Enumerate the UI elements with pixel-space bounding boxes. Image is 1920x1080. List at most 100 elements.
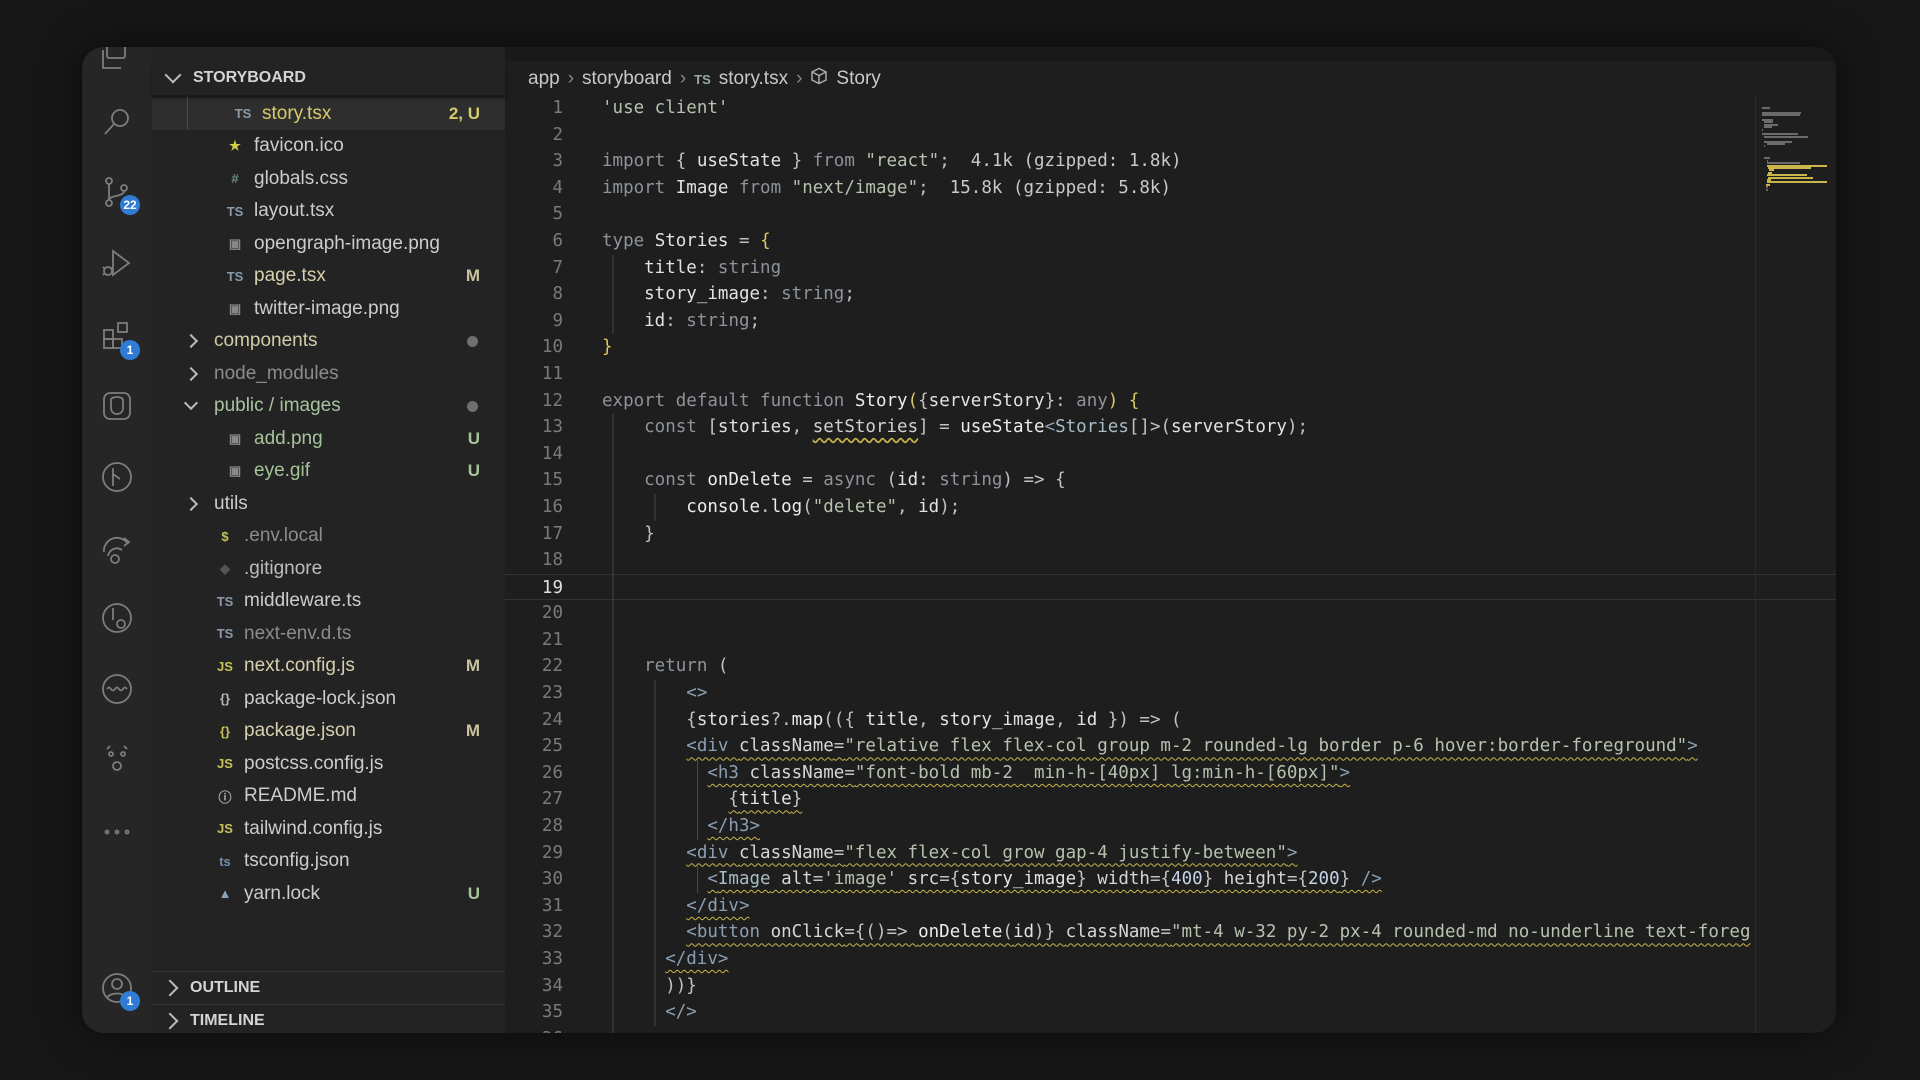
- code-line[interactable]: 17 }: [505, 520, 1836, 548]
- code-line[interactable]: 2: [505, 122, 1836, 149]
- file-item[interactable]: {} package-lock.json: [152, 683, 505, 716]
- line-number: 18: [541, 550, 563, 571]
- code-line[interactable]: 12 export default function Story({serverS…: [505, 388, 1836, 415]
- code-line[interactable]: 14: [505, 440, 1836, 468]
- breadcrumb-item[interactable]: app: [528, 68, 560, 90]
- line-number: 9: [552, 310, 563, 331]
- code-line[interactable]: 19: [505, 573, 1836, 602]
- code-token: stories: [717, 417, 792, 438]
- code-line[interactable]: 7 title: string: [505, 254, 1836, 282]
- code-line[interactable]: 9 id: string;: [505, 307, 1836, 335]
- file-item[interactable]: JS tailwind.config.js: [152, 813, 505, 846]
- git-status-badge: M: [465, 266, 480, 286]
- file-item[interactable]: ⓘ README.md: [152, 780, 505, 813]
- line-number: 6: [552, 230, 563, 251]
- timeline-panel-header[interactable]: TIMELINE: [152, 1004, 505, 1033]
- indent-guide: [602, 520, 645, 548]
- code-line[interactable]: 11: [505, 361, 1836, 388]
- file-item[interactable]: ▣ eye.gif U: [152, 455, 505, 488]
- file-item[interactable]: JS postcss.config.js: [152, 748, 505, 781]
- file-item[interactable]: TS layout.tsx: [152, 195, 505, 228]
- folder-item[interactable]: node_modules: [152, 358, 505, 391]
- code-line[interactable]: 5: [505, 201, 1836, 228]
- folder-item[interactable]: public / images: [152, 390, 505, 423]
- code-line[interactable]: 4 import Image from "next/image"; 15.8k (…: [505, 175, 1836, 202]
- code-line[interactable]: 18: [505, 547, 1836, 574]
- code-line[interactable]: 35 </>: [505, 999, 1836, 1026]
- code-line[interactable]: 22 return (: [505, 653, 1836, 681]
- file-item[interactable]: TS page.tsx M: [152, 260, 505, 293]
- file-name: utils: [214, 492, 248, 514]
- code-token: className: [738, 736, 834, 757]
- file-item[interactable]: ◆ .gitignore: [152, 553, 505, 586]
- code-token: setStories: [812, 417, 919, 438]
- code-token: </div>: [686, 895, 750, 916]
- code-line[interactable]: 34 ))}: [505, 972, 1836, 1000]
- file-item[interactable]: ▣ add.png U: [152, 423, 505, 456]
- explorer-button[interactable]: [98, 47, 136, 77]
- folder-item[interactable]: components: [152, 325, 505, 358]
- search-button[interactable]: [98, 103, 136, 141]
- code-line[interactable]: 26 <h3 className="font-bold mb-2 min-h-[…: [505, 759, 1836, 787]
- code-line[interactable]: 21: [505, 626, 1836, 654]
- remote-button[interactable]: [98, 529, 136, 567]
- line-number: 21: [541, 629, 563, 650]
- account-button[interactable]: 1: [98, 969, 140, 1011]
- explorer-section-header[interactable]: STORYBOARD: [152, 61, 505, 95]
- code-line[interactable]: 3 import { useState } from "react"; 4.1k …: [505, 148, 1836, 175]
- file-item[interactable]: TS story.tsx 2, U: [152, 97, 505, 130]
- file-item[interactable]: # globals.css: [152, 163, 505, 196]
- code-line[interactable]: 25 <div className="relative flex flex-co…: [505, 733, 1836, 760]
- code-token: >: [1687, 736, 1698, 757]
- code-line[interactable]: 8 story_image: string;: [505, 281, 1836, 308]
- breadcrumb-item[interactable]: storyboard: [582, 68, 672, 90]
- code-line[interactable]: 15 const onDelete = async (id: string) =…: [505, 467, 1836, 494]
- code-line[interactable]: 10}: [505, 334, 1836, 361]
- code-line[interactable]: 28 </h3>: [505, 813, 1836, 840]
- code-line[interactable]: 27 {title}: [505, 786, 1836, 814]
- more-button[interactable]: [98, 813, 136, 851]
- file-item[interactable]: JS next.config.js M: [152, 650, 505, 683]
- breadcrumb-item[interactable]: Story: [836, 68, 880, 90]
- postgres-button[interactable]: [98, 387, 136, 425]
- folder-item[interactable]: utils: [152, 488, 505, 521]
- extensions-button[interactable]: 1: [98, 318, 140, 360]
- file-item[interactable]: ★ favicon.ico: [152, 130, 505, 163]
- code-line[interactable]: 23 <>: [505, 680, 1836, 707]
- wave-button[interactable]: [98, 670, 136, 708]
- file-item[interactable]: ▣ twitter-image.png: [152, 293, 505, 326]
- code-line[interactable]: 36: [505, 1025, 1836, 1033]
- file-item[interactable]: ts tsconfig.json: [152, 845, 505, 878]
- file-name: postcss.config.js: [244, 752, 384, 774]
- code-line[interactable]: 24 {stories?.map(({ title, story_image, …: [505, 706, 1836, 734]
- code-line[interactable]: 31 </div>: [505, 892, 1836, 920]
- code-line[interactable]: 33 </div>: [505, 946, 1836, 973]
- outline-panel-header[interactable]: OUTLINE: [152, 971, 505, 1004]
- breadcrumb-item[interactable]: story.tsx: [719, 68, 788, 90]
- file-item[interactable]: TS middleware.ts: [152, 585, 505, 618]
- code-line[interactable]: 1 'use client': [505, 95, 1836, 122]
- timeline-button[interactable]: [98, 599, 136, 637]
- file-item[interactable]: $ .env.local: [152, 520, 505, 553]
- file-type-icon: {}: [219, 723, 231, 739]
- code-line[interactable]: 32 <button onClick={()=> onDelete(id)} c…: [505, 919, 1836, 946]
- code-area[interactable]: 1'use client' 2 3 import { useState } from …: [505, 95, 1836, 1033]
- code-line[interactable]: 30 <Image alt='image' src={story_image} …: [505, 866, 1836, 893]
- file-item[interactable]: ▣ opengraph-image.png: [152, 228, 505, 261]
- code-token: :: [918, 470, 940, 491]
- code-line[interactable]: 20: [505, 600, 1836, 627]
- code-line[interactable]: 16 console.log("delete", id);: [505, 493, 1836, 521]
- code-line[interactable]: 6 type Stories = {: [505, 228, 1836, 255]
- file-item[interactable]: TS next-env.d.ts: [152, 618, 505, 651]
- code-line[interactable]: 29 <div className="flex flex-col grow ga…: [505, 839, 1836, 867]
- copilot-button[interactable]: [98, 739, 136, 777]
- file-item[interactable]: {} package.json M: [152, 715, 505, 748]
- code-token: }) => (: [1097, 709, 1182, 730]
- line-content: </div>: [602, 892, 750, 920]
- git-graph-button[interactable]: [98, 458, 136, 496]
- minimap[interactable]: [1755, 95, 1836, 1033]
- code-line[interactable]: 13 const [stories, setStories] = useStat…: [505, 414, 1836, 441]
- file-item[interactable]: ▲ yarn.lock U: [152, 878, 505, 911]
- run-debug-button[interactable]: [98, 244, 136, 282]
- source-control-button[interactable]: 22: [98, 173, 140, 215]
